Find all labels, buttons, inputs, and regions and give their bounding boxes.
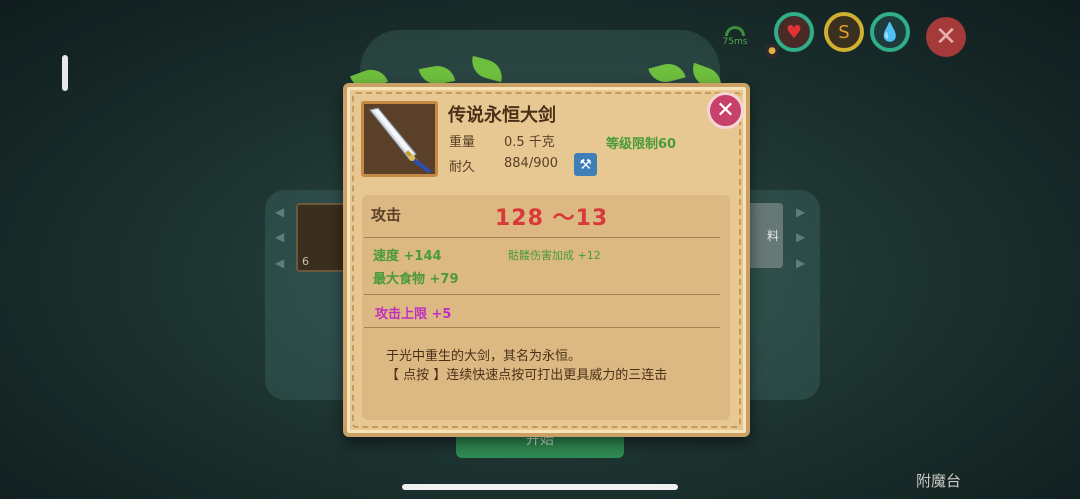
item-name: 传说永恒大剑 [448, 105, 556, 126]
attack-cap-bonus: 攻击上限 +5 [375, 307, 452, 322]
durability-value: 884/900 [504, 156, 559, 171]
description-line-1: 于光中重生的大剑，其名为永恒。 [386, 349, 582, 364]
close-icon: ✕ [716, 98, 735, 123]
attack-value: 128 ～13 [495, 206, 609, 231]
right-arrow-icon: ▶ [796, 230, 806, 244]
divider [364, 294, 720, 295]
water-drop-icon: 💧 [878, 21, 902, 43]
left-arrow-icon: ◀ [275, 205, 285, 219]
health-gauge: ♥ [774, 12, 814, 52]
enchant-table-label: 附魔台 [916, 472, 962, 490]
wifi-icon [725, 26, 745, 36]
food-gauge: S [824, 12, 864, 52]
greatsword-icon [369, 107, 432, 174]
side-menu-handle[interactable] [62, 55, 68, 91]
heart-icon: ♥ [785, 21, 803, 43]
slot-badge: 6 [302, 255, 309, 268]
hud-close-button[interactable]: ✕ [926, 17, 966, 57]
divider [364, 237, 720, 238]
right-arrow-icon: ▶ [796, 256, 806, 270]
max-food-bonus: 最大食物 +79 [373, 272, 459, 287]
item-icon-frame [361, 101, 438, 177]
repair-button[interactable]: ⚒ [574, 153, 597, 176]
left-arrow-icon: ◀ [275, 230, 285, 244]
home-indicator[interactable] [402, 484, 678, 490]
hammer-wrench-icon: ⚒ [579, 156, 592, 173]
durability-label: 耐久 [449, 160, 476, 175]
attack-label: 攻击 [371, 206, 402, 224]
slot-label: 料 [766, 229, 779, 243]
divider [364, 327, 720, 328]
ping-value: 75ms [722, 37, 748, 47]
weight-value: 0.5 千克 [504, 135, 555, 150]
speed-bonus: 速度 +144 [373, 249, 442, 264]
close-icon: ✕ [935, 22, 957, 52]
popup-close-button[interactable]: ✕ [707, 92, 744, 129]
buff-icon: ● [765, 44, 779, 58]
description-line-2: 【 点按 】连续快速点按可打出更具威力的三连击 [386, 368, 668, 383]
stomach-icon: S [838, 21, 850, 43]
network-ping: 75ms [720, 26, 750, 47]
left-arrow-icon: ◀ [275, 256, 285, 270]
weight-label: 重量 [449, 135, 476, 150]
right-arrow-icon: ▶ [796, 205, 806, 219]
level-requirement: 等级限制60 [606, 137, 677, 152]
skeleton-damage-bonus: 骷髅伤害加成 +12 [508, 249, 601, 262]
water-gauge: 💧 [870, 12, 910, 52]
